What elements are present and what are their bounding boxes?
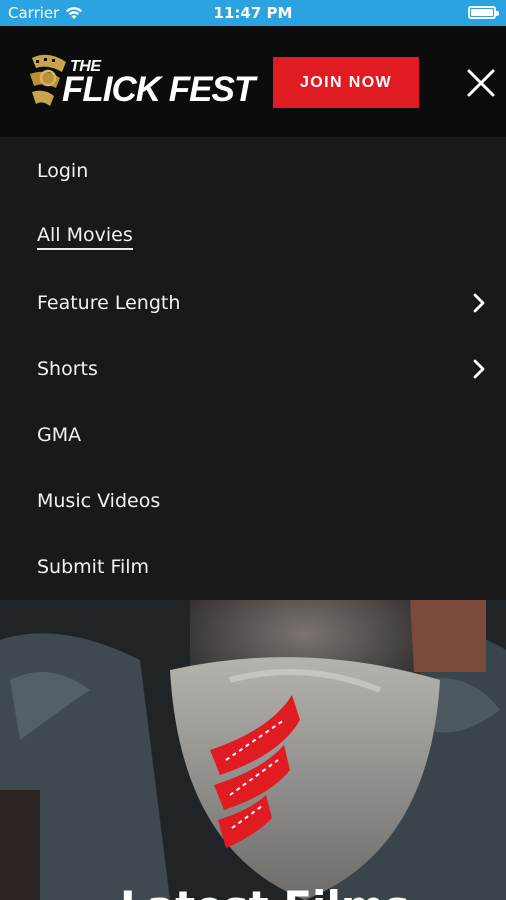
menu-item-login[interactable]: Login xyxy=(0,138,506,204)
menu-item-all-movies[interactable]: All Movies xyxy=(0,204,506,270)
menu-item-label: GMA xyxy=(37,424,82,446)
menu-item-label: Music Videos xyxy=(37,490,161,512)
hero-image xyxy=(0,600,506,900)
menu-item-submit-film[interactable]: Submit Film xyxy=(0,534,506,600)
menu-item-label: All Movies xyxy=(37,224,133,250)
hero-banner[interactable]: Latest Films xyxy=(0,600,506,900)
flick-fest-logo[interactable]: THE FLICK FEST xyxy=(26,50,276,116)
join-now-button[interactable]: JOIN NOW xyxy=(273,57,419,108)
close-icon[interactable] xyxy=(464,66,498,100)
chevron-right-icon[interactable] xyxy=(468,292,490,314)
app-header: THE FLICK FEST JOIN NOW xyxy=(0,26,506,138)
menu-item-label: Feature Length xyxy=(37,292,181,314)
menu-item-label: Login xyxy=(37,160,89,182)
menu-item-music-videos[interactable]: Music Videos xyxy=(0,468,506,534)
menu-item-label: Submit Film xyxy=(37,556,150,578)
menu-item-feature-length[interactable]: Feature Length xyxy=(0,270,506,336)
status-bar: Carrier 11:47 PM xyxy=(0,0,506,26)
status-time: 11:47 PM xyxy=(213,4,293,22)
menu-item-shorts[interactable]: Shorts xyxy=(0,336,506,402)
logo-name: FLICK FEST xyxy=(62,70,255,109)
battery-icon xyxy=(468,6,499,19)
menu-item-label: Shorts xyxy=(37,358,98,380)
hero-title: Latest Films xyxy=(120,882,410,900)
menu-item-gma[interactable]: GMA xyxy=(0,402,506,468)
battery-fill xyxy=(471,9,493,16)
navigation-menu: Login All Movies Feature Length Shorts G… xyxy=(0,138,506,600)
chevron-right-icon[interactable] xyxy=(468,358,490,380)
